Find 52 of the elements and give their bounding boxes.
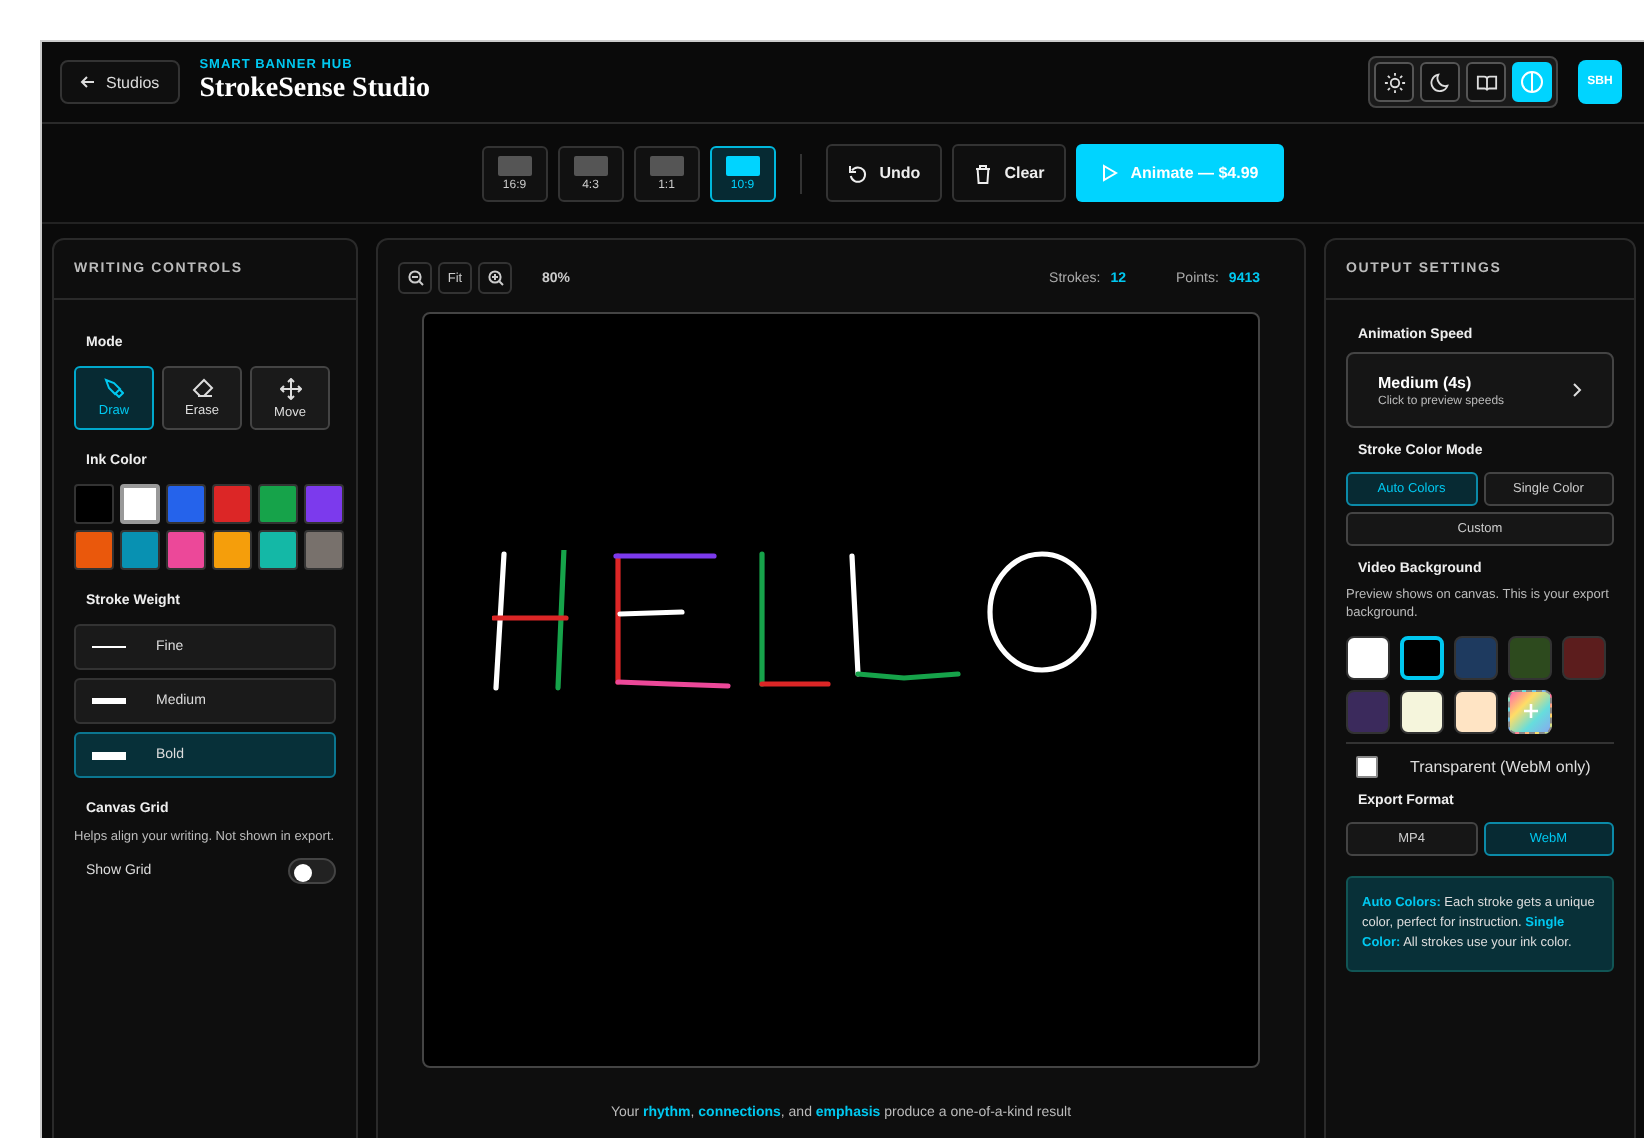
move-icon (279, 377, 301, 399)
checkbox-label: Transparent (WebM only) (1410, 757, 1591, 776)
book-icon (1475, 71, 1497, 93)
background-swatch[interactable] (1562, 635, 1606, 680)
sun-icon (1383, 71, 1405, 93)
show-grid-toggle[interactable] (288, 858, 336, 885)
arrow-left-icon (80, 74, 96, 90)
contrast-icon (1520, 70, 1544, 94)
eraser-icon (191, 378, 213, 398)
ink-color-swatch[interactable] (258, 484, 298, 524)
background-swatch[interactable] (1454, 689, 1498, 734)
ink-color-swatch[interactable] (74, 484, 114, 524)
ink-color-swatch[interactable] (166, 484, 206, 524)
pen-icon (104, 378, 124, 398)
custom-background-button[interactable] (1508, 689, 1552, 734)
theme-button[interactable] (1466, 62, 1506, 102)
transparent-checkbox[interactable] (1356, 755, 1378, 778)
chevron-right-icon (1572, 382, 1582, 398)
zoom-out-button[interactable] (398, 262, 432, 294)
ink-color-swatch[interactable] (74, 530, 114, 570)
zoom-in-icon (487, 270, 503, 286)
line-weight-icon (92, 698, 126, 704)
background-swatch[interactable] (1508, 635, 1552, 680)
clear-button[interactable]: Clear (952, 144, 1067, 202)
theme-button[interactable] (1420, 62, 1460, 102)
ink-color-swatch[interactable] (304, 530, 344, 570)
background-swatch[interactable] (1346, 635, 1390, 680)
ink-color-swatch[interactable] (120, 484, 160, 524)
zoom-in-button[interactable] (478, 262, 512, 294)
ink-color-swatch[interactable] (304, 484, 344, 524)
app-title: StrokeSense Studio (199, 74, 430, 106)
drawing-canvas[interactable] (422, 312, 1260, 1068)
line-weight-icon (92, 645, 126, 649)
background-swatch[interactable] (1400, 635, 1444, 680)
background-swatch[interactable] (1346, 689, 1390, 734)
undo-button[interactable]: Undo (825, 144, 943, 202)
back-button[interactable]: Studios (60, 60, 180, 104)
ink-color-swatch[interactable] (258, 530, 298, 570)
ink-color-swatch[interactable] (166, 530, 206, 570)
ink-color-swatch[interactable] (212, 530, 252, 570)
zoom-out-icon (407, 270, 423, 286)
background-swatch[interactable] (1400, 689, 1444, 734)
play-icon (1102, 164, 1119, 182)
ink-color-swatch[interactable] (212, 484, 252, 524)
plus-icon (1523, 704, 1537, 719)
trash-icon (974, 163, 993, 183)
undo-icon (847, 163, 868, 183)
theme-button[interactable] (1374, 62, 1414, 102)
line-weight-icon (92, 751, 126, 759)
background-swatch[interactable] (1454, 635, 1498, 680)
moon-icon (1429, 71, 1451, 93)
ink-color-swatch[interactable] (120, 530, 160, 570)
